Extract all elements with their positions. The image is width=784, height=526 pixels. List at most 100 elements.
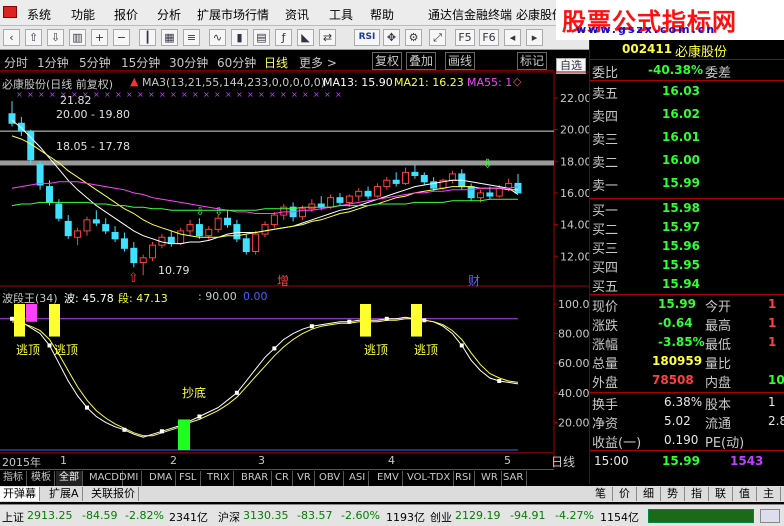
candle-body xyxy=(411,171,419,176)
signal-escape-3: 逃顶 xyxy=(364,343,389,357)
cy-amount: 1154亿 xyxy=(600,511,639,524)
stat-value-2: 1 xyxy=(768,335,777,349)
candle-body xyxy=(345,195,353,203)
quote-tab[interactable]: 联 xyxy=(709,487,733,501)
pattern-mark: × xyxy=(313,90,320,99)
pattern-mark: × xyxy=(335,90,342,99)
candle-body xyxy=(448,173,456,181)
tick-time: 15:00 xyxy=(594,454,629,468)
pattern-mark: × xyxy=(203,90,210,99)
sh-percent: -2.82% xyxy=(125,509,164,522)
quote-tab[interactable]: 势 xyxy=(661,487,685,501)
time-month-4: 4 xyxy=(388,454,395,467)
indicator-tab[interactable]: VOL-TDX xyxy=(404,471,455,486)
indicator-tab[interactable]: 模板 xyxy=(28,471,55,486)
wave-marker xyxy=(122,427,127,432)
sh-label: 上证 xyxy=(2,511,24,524)
ask-price[interactable]: 15.99 xyxy=(662,176,700,190)
wave-marker xyxy=(422,318,427,323)
stat-label: 涨跌 xyxy=(592,319,619,334)
bid-price[interactable]: 15.95 xyxy=(662,258,700,272)
bid-price[interactable]: 15.96 xyxy=(662,239,700,253)
candle-body xyxy=(195,224,203,237)
time-month-5: 5 xyxy=(504,454,511,467)
escape-block xyxy=(360,304,371,337)
indicator-tab[interactable]: 全部 xyxy=(56,471,83,486)
quote-tab[interactable]: 细 xyxy=(637,487,661,501)
ask-price[interactable]: 16.01 xyxy=(662,130,700,144)
tab-extend-a[interactable]: 扩展A xyxy=(46,487,83,501)
indicator-tab[interactable]: SAR xyxy=(500,471,528,486)
stat-label-2: 股本 xyxy=(705,398,732,413)
stat-label: 净资 xyxy=(592,417,619,432)
stat-value-2: 102 xyxy=(768,373,784,387)
quote-tab[interactable]: 值 xyxy=(733,487,757,501)
candle-body xyxy=(139,257,147,264)
annotation-low: 10.79 xyxy=(158,264,190,277)
indicator-tick-label: 40.00 xyxy=(558,387,589,400)
indicator-level-value: : 90.00 xyxy=(198,290,237,303)
sz-value: 3130.35 xyxy=(243,509,289,522)
indicator-tab[interactable]: DMA xyxy=(146,471,177,486)
indicator-tab[interactable]: TRIX xyxy=(204,471,234,486)
kline-chart[interactable]: × × × × × × × × × × × × × × × × × × × × × × × × × × × × × × ⇧⇩⇩ ⇩ 22.0… xyxy=(0,0,589,470)
stock-code: 002411 xyxy=(622,42,673,56)
quote-tab[interactable]: 主 xyxy=(757,487,781,501)
indicator-tab[interactable]: DMI xyxy=(116,471,143,486)
bid-price[interactable]: 15.98 xyxy=(662,201,700,215)
candle-body xyxy=(224,217,232,226)
indicator-tab[interactable]: RSI xyxy=(452,471,476,486)
ask-price[interactable]: 16.02 xyxy=(662,107,700,121)
wave-marker xyxy=(10,316,14,321)
indicator-tab[interactable]: CR xyxy=(272,471,293,486)
indicator-tab[interactable]: FSL xyxy=(176,471,201,486)
candle-body xyxy=(467,186,475,199)
weibi-value: -40.38% xyxy=(648,63,703,77)
ask-level-label: 卖二 xyxy=(592,156,619,171)
indicator-header: 波段王(34) 波: 45.78 段: 47.13 : 90.00 0.00 xyxy=(0,288,554,305)
ask-price[interactable]: 16.00 xyxy=(662,153,700,167)
candle-body xyxy=(355,190,363,197)
network-icon[interactable] xyxy=(760,509,780,523)
tab-danmu[interactable]: 开弹幕 xyxy=(0,487,40,501)
ask-level-label: 卖三 xyxy=(592,133,619,148)
stat-label-2: 流通 xyxy=(705,417,732,432)
ma-toggle-icon[interactable]: ▲ xyxy=(130,75,138,88)
candle-body xyxy=(402,171,410,184)
indicator-tab[interactable]: ASI xyxy=(346,471,370,486)
ask-level-label: 卖五 xyxy=(592,87,619,102)
quote-tab[interactable]: 笔 xyxy=(589,487,613,501)
indicator-tab[interactable]: 指标 xyxy=(0,471,27,486)
bid-price[interactable]: 15.94 xyxy=(662,277,700,291)
candle-body xyxy=(242,238,250,252)
escape-block xyxy=(49,304,60,337)
annotation-range2: 18.05 - 17.78 xyxy=(56,140,130,153)
price-axis: 22.00 20.00 18.00 16.00 14.00 12.00 100.00 80.0… xyxy=(554,92,589,429)
wave-marker xyxy=(272,346,277,351)
indicator-tab[interactable]: OBV xyxy=(316,471,345,486)
bid-price[interactable]: 15.97 xyxy=(662,220,700,234)
wave-marker xyxy=(47,343,52,348)
indicator-tab[interactable]: VR xyxy=(294,471,315,486)
ask-price[interactable]: 16.03 xyxy=(662,84,700,98)
main-chart-header: 必康股份(日线 前复权) ▲ MA3(13,21,55,144,233,0,0,… xyxy=(0,74,554,91)
indicator-tab[interactable]: WR xyxy=(478,471,502,486)
indicator-zero-value: 0.00 xyxy=(243,290,268,303)
indicator-tab[interactable]: EMV xyxy=(374,471,403,486)
tab-related-quotes[interactable]: 关联报价 xyxy=(88,487,139,501)
pattern-mark: × xyxy=(324,90,331,99)
cy-label: 创业 xyxy=(430,511,452,524)
candle-body xyxy=(364,190,372,197)
pattern-mark: × xyxy=(258,90,265,99)
quote-tab[interactable]: 价 xyxy=(613,487,637,501)
pattern-mark: × xyxy=(181,90,188,99)
indicator-tab[interactable]: BRAR xyxy=(238,471,273,486)
candle-body xyxy=(270,214,278,226)
chart-stock-title: 必康股份(日线 前复权) xyxy=(2,78,114,91)
quote-tab[interactable]: 指 xyxy=(685,487,709,501)
candle-body xyxy=(205,228,213,237)
bid-level-label: 买三 xyxy=(592,242,619,257)
indicator-name: 波段王(34) xyxy=(2,292,58,305)
stat-value: -3.85% xyxy=(658,335,705,349)
stat-label: 总量 xyxy=(592,357,619,372)
